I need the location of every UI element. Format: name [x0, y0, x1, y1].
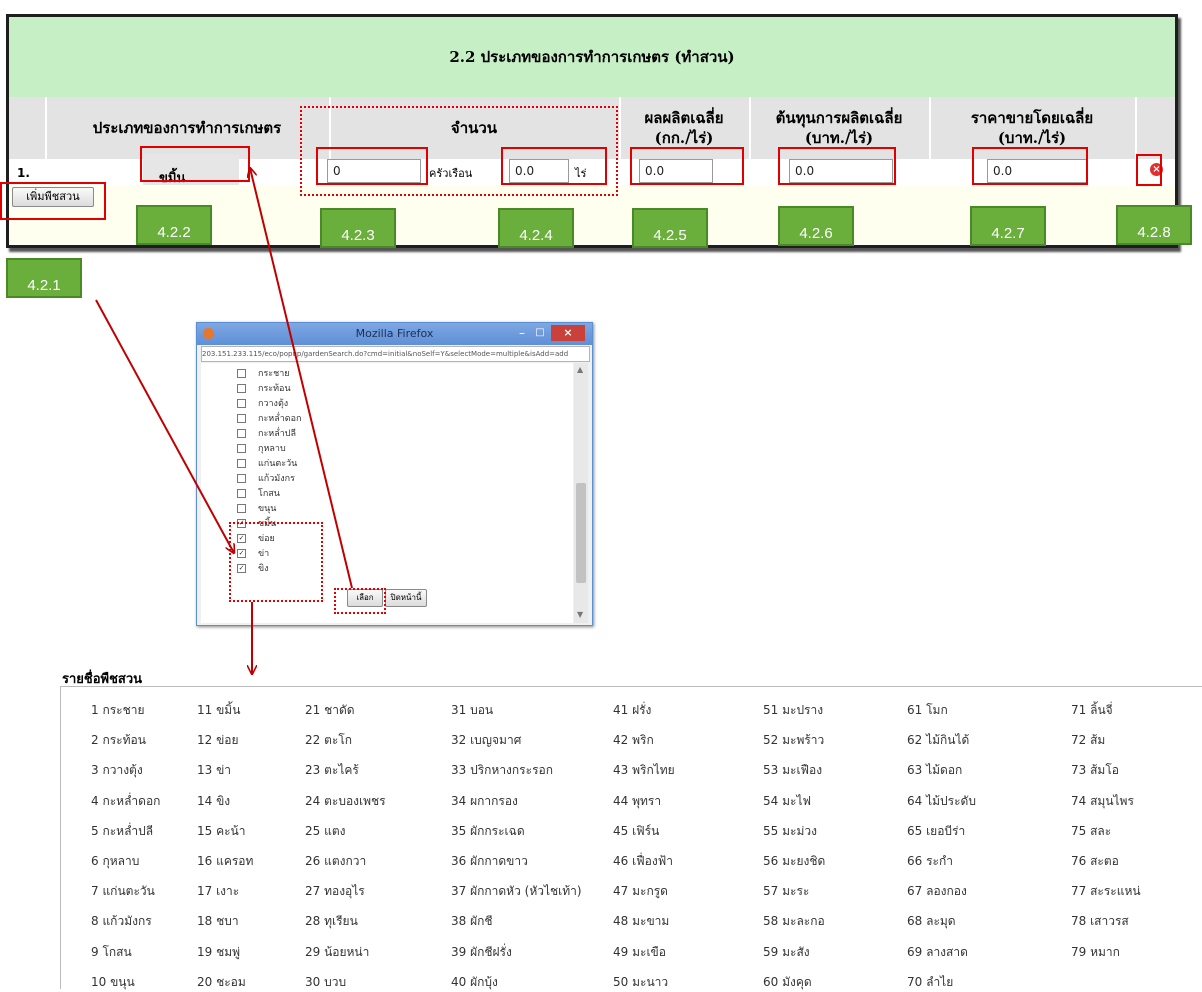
- plant-list-item: 36 ผักกาดขาว: [451, 854, 528, 868]
- plant-list-item: 17 เงาะ: [197, 884, 240, 899]
- plant-list-item: 6 กุหลาบ: [91, 854, 140, 868]
- plant-list-item: 23 ตะไคร้: [305, 763, 359, 778]
- plant-list-item: 9 โกสน: [91, 944, 132, 959]
- plant-list-item: 41 ฝรั่ง: [613, 703, 652, 717]
- plant-list-item: 33 ปริกหางกระรอก: [451, 763, 553, 778]
- plant-list-item: 66 ระกำ: [907, 854, 953, 868]
- plant-list-item: 5 กะหล่ำปลี: [91, 823, 154, 838]
- plant-list-item: 11 ขมิ้น: [197, 703, 241, 717]
- plant-list-item: 58 มะละกอ: [763, 914, 825, 929]
- plant-list-item: 44 พุทรา: [613, 793, 662, 808]
- plant-list-item: 20 ชะอม: [197, 974, 246, 989]
- plant-list-item: 51 มะปราง: [763, 703, 824, 717]
- plant-list-item: 49 มะเขือ: [613, 944, 666, 959]
- plant-list-item: 59 มะสัง: [763, 944, 810, 959]
- plant-list-item: 69 ลางสาด: [907, 944, 968, 959]
- plant-list-item: 54 มะไฟ: [763, 793, 811, 808]
- plant-list-item: 39 ผักชีฝรั่ง: [451, 944, 512, 959]
- arrow-4-2-1: [95, 299, 234, 553]
- plant-list-item: 25 แตง: [305, 823, 346, 838]
- plant-list-item: 71 ลิ้นจี่: [1071, 703, 1113, 717]
- plant-list-item: 53 มะเฟือง: [763, 763, 823, 778]
- plant-list-item: 32 เบญจมาศ: [451, 733, 522, 748]
- plant-list-item: 16 แครอท: [197, 854, 254, 868]
- plant-list-item: 68 ละมุด: [907, 914, 956, 929]
- plant-list-item: 12 ข่อย: [197, 733, 239, 748]
- arrow-select-to-plant: [250, 168, 353, 589]
- plant-list-item: 14 ขิง: [197, 793, 231, 808]
- plant-list-item: 73 ส้มโอ: [1071, 763, 1119, 778]
- plant-list-item: 13 ข่า: [197, 763, 232, 778]
- plant-list-item: 76 สะตอ: [1071, 854, 1119, 868]
- plant-list-item: 37 ผักกาดหัว (หัวไชเท้า): [451, 884, 582, 899]
- plant-list-item: 1 กระชาย: [91, 703, 145, 717]
- plant-list-item: 55 มะม่วง: [763, 823, 817, 838]
- plant-list-item: 18 ชบา: [197, 914, 239, 929]
- plant-list: 1 กระชาย 2 กระท้อน 3 กวางตุ้ง 4 กะหล่ำดอก 5 …: [60, 686, 1202, 989]
- plant-list-item: 64 ไม้ประดับ: [907, 793, 976, 808]
- plant-list-item: 78 เสาวรส: [1071, 914, 1129, 929]
- plant-list-item: 56 มะยงชิด: [763, 854, 826, 868]
- plant-list-item: 74 สมุนไพร: [1071, 793, 1134, 808]
- plant-list-item: 62 ไม้กินได้: [907, 733, 970, 748]
- plant-list-item: 34 ผกากรอง: [451, 793, 518, 808]
- plant-list-item: 15 คะน้า: [197, 823, 246, 838]
- plant-list-item: 30 บวบ: [305, 974, 347, 989]
- plant-list-item: 21 ชาดัด: [305, 703, 355, 717]
- plant-list-item: 50 มะนาว: [613, 974, 669, 989]
- plant-list-item: 24 ตะบองเพชร: [305, 793, 386, 808]
- plant-list-item: 19 ชมพู่: [197, 944, 241, 959]
- plant-list-item: 65 เยอบีร่า: [907, 823, 966, 838]
- plant-list-item: 77 สะระแหน่: [1071, 884, 1141, 899]
- plant-list-item: 3 กวางตุ้ง: [91, 763, 143, 778]
- plant-list-item: 67 ลองกอง: [907, 884, 967, 899]
- plant-list-item: 72 ส้ม: [1071, 733, 1106, 748]
- plant-list-item: 70 ลำไย: [907, 974, 954, 989]
- plant-list-item: 57 มะระ: [763, 884, 810, 899]
- plant-list-item: 35 ผักกระเฉด: [451, 823, 525, 838]
- plant-list-item: 47 มะกรูด: [613, 884, 668, 899]
- plant-list-item: 38 ผักชี: [451, 914, 493, 929]
- plant-list-item: 75 สละ: [1071, 823, 1112, 838]
- plant-list-item: 42 พริก: [613, 733, 654, 748]
- plant-list-item: 29 น้อยหน่า: [305, 944, 370, 959]
- plant-list-item: 4 กะหล่ำดอก: [91, 793, 161, 808]
- plant-list-item: 10 ขนุน: [91, 974, 135, 989]
- plant-list-item: 40 ผักบุ้ง: [451, 974, 498, 989]
- plant-list-item: 63 ไม้ดอก: [907, 763, 963, 778]
- plant-list-item: 45 เฟิร์น: [613, 823, 660, 838]
- plant-list-item: 28 ทุเรียน: [305, 914, 358, 929]
- plant-list-item: 26 แตงกวา: [305, 854, 367, 868]
- plant-list-item: 31 บอน: [451, 703, 494, 717]
- plant-list-item: 22 ตะโก: [305, 733, 353, 748]
- plant-list-item: 27 ทองอุไร: [305, 884, 365, 899]
- plant-list-item: 43 พริกไทย: [613, 763, 675, 778]
- plant-list-item: 8 แก้วมังกร: [91, 914, 152, 929]
- plant-list-item: 52 มะพร้าว: [763, 733, 825, 748]
- plant-list-item: 46 เฟื่องฟ้า: [613, 854, 673, 868]
- plant-list-item: 7 แก่นตะวัน: [91, 884, 155, 899]
- plant-list-item: 79 หมาก: [1071, 944, 1120, 959]
- plant-list-item: 61 โมก: [907, 703, 948, 717]
- plant-list-item: 2 กระท้อน: [91, 733, 146, 748]
- plant-list-item: 60 มังคุด: [763, 974, 812, 989]
- plant-list-item: 48 มะขาม: [613, 914, 670, 929]
